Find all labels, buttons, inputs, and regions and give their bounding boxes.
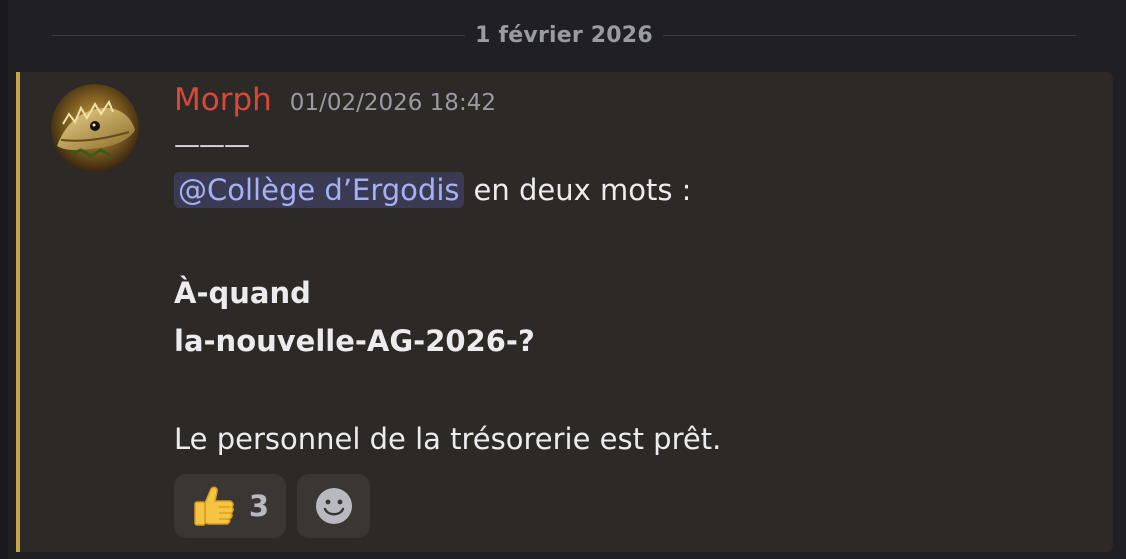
- message-dashes: ———: [174, 130, 250, 160]
- message-bold-line-2: la-nouvelle-AG-2026-?: [174, 324, 535, 358]
- reaction-thumbs-up-button[interactable]: 3: [174, 474, 286, 538]
- thumbs-up-icon: [194, 486, 234, 526]
- message-header: Morph 01/02/2026 18:42: [174, 82, 496, 118]
- add-reaction-button[interactable]: [297, 474, 370, 538]
- avatar[interactable]: [51, 84, 139, 172]
- message-bold-line-1: À-quand: [174, 276, 311, 310]
- avatar-lizard-image: [51, 84, 139, 172]
- message-highlight-bar: [16, 72, 20, 552]
- date-divider: 1 février 2026: [52, 20, 1076, 50]
- message[interactable]: Morph 01/02/2026 18:42 ——— @Collège d’Er…: [16, 72, 1113, 552]
- author-name[interactable]: Morph: [174, 82, 272, 118]
- role-mention[interactable]: @Collège d’Ergodis: [174, 172, 464, 208]
- message-plain-line: Le personnel de la trésorerie est prêt.: [174, 422, 722, 456]
- message-timestamp[interactable]: 01/02/2026 18:42: [290, 90, 496, 116]
- message-line-mention: @Collège d’Ergodis en deux mots :: [174, 172, 691, 208]
- chat-panel: 1 février 2026 Morph 01/02/2026 18:42 ——…: [8, 0, 1126, 559]
- smiley-face-icon: [315, 488, 352, 524]
- reaction-count: 3: [248, 489, 270, 523]
- divider-line-right: [662, 34, 1076, 36]
- date-divider-label: 1 février 2026: [475, 22, 653, 48]
- message-text-after-mention: en deux mots :: [473, 173, 692, 207]
- divider-line-left: [52, 34, 466, 36]
